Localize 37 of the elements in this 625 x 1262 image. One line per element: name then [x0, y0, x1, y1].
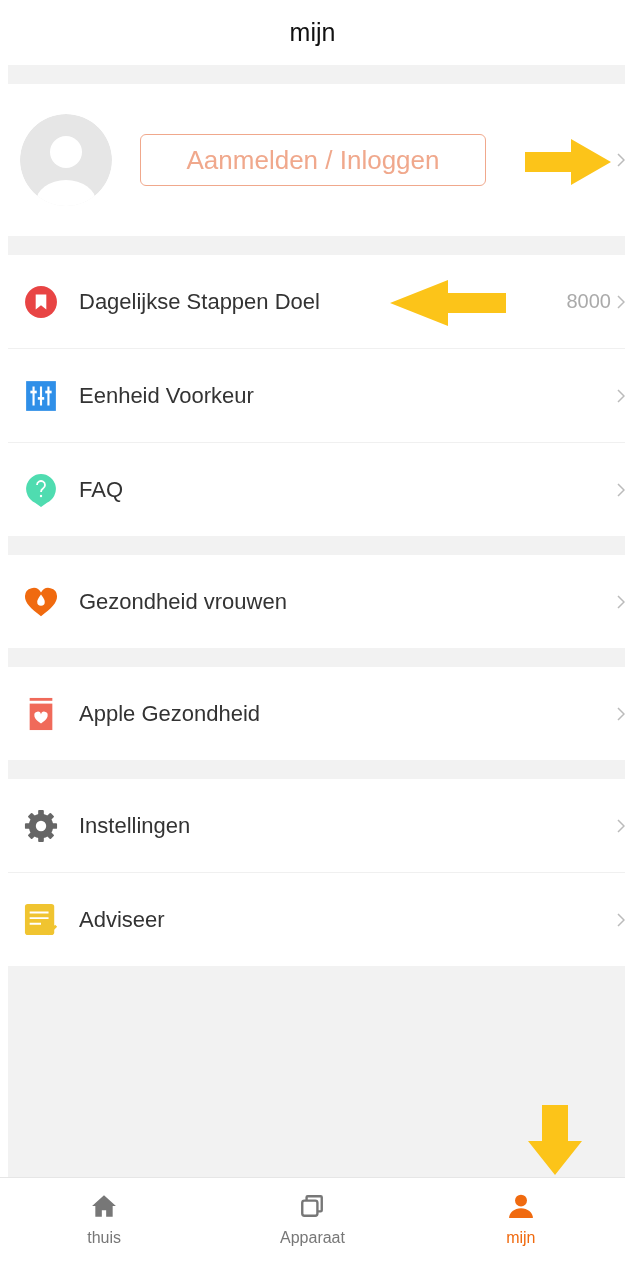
- stacked-windows-icon: [299, 1193, 326, 1219]
- chevron-right-icon: [617, 818, 625, 833]
- menu-row[interactable]: Adviseer: [8, 873, 625, 966]
- sliders-icon: [24, 378, 58, 413]
- chevron-right-icon[interactable]: [617, 153, 625, 167]
- avatar-silhouette-icon: [20, 114, 112, 206]
- arrow-annotation-icon: [525, 139, 611, 185]
- chevron-right-icon: [617, 706, 625, 721]
- person-icon: [507, 1193, 534, 1219]
- note-pencil-icon: [24, 902, 58, 937]
- menu-label: Dagelijkse Stappen Doel: [79, 288, 320, 315]
- menu-label: Instellingen: [79, 812, 191, 839]
- arrow-annotation-icon: [390, 280, 506, 326]
- arrow-annotation-icon: [528, 1105, 582, 1175]
- menu-label: Gezondheid vrouwen: [79, 588, 287, 615]
- home-icon: [91, 1193, 118, 1219]
- tab-item[interactable]: Apparaat: [208, 1178, 417, 1262]
- page-title: mijn: [289, 18, 336, 47]
- chevron-right-icon: [617, 594, 625, 609]
- menu-label: FAQ: [79, 476, 123, 503]
- menu-label: Eenheid Voorkeur: [79, 382, 254, 409]
- gear-icon: [24, 808, 58, 843]
- bookmark-icon: [24, 284, 58, 319]
- menu-label: Adviseer: [79, 906, 165, 933]
- menu-value: 8000: [566, 290, 611, 313]
- menu-row[interactable]: FAQ: [8, 443, 625, 536]
- tab-item[interactable]: thuis: [0, 1178, 209, 1262]
- chevron-right-icon: [617, 912, 625, 927]
- question-bubble-icon: [24, 472, 58, 507]
- chevron-right-icon: [617, 294, 625, 309]
- chevron-right-icon: [617, 388, 625, 403]
- menu-label: Apple Gezondheid: [79, 700, 261, 727]
- menu-row[interactable]: Gezondheid vrouwen: [8, 555, 625, 648]
- menu-row[interactable]: Instellingen: [8, 779, 625, 872]
- menu-row[interactable]: Apple Gezondheid: [8, 667, 625, 760]
- menu-row[interactable]: Eenheid Voorkeur: [8, 349, 625, 442]
- chevron-right-icon: [617, 482, 625, 497]
